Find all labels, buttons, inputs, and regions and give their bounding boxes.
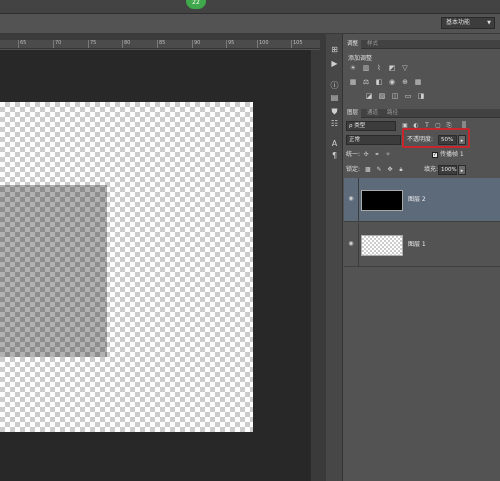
threshold-icon[interactable]: ◫	[390, 92, 400, 101]
ruler-tick: 80	[122, 40, 130, 48]
curves-icon[interactable]: ⌇	[374, 64, 384, 73]
fill-value: 100%	[441, 167, 457, 173]
hue-saturation-icon[interactable]: ▦	[348, 78, 358, 87]
eye-icon[interactable]: ◉	[347, 195, 355, 203]
levels-icon[interactable]: ▥	[361, 64, 371, 73]
divider	[358, 223, 359, 267]
opacity-highlight-box	[402, 128, 470, 148]
semi-transparent-layer-region	[0, 185, 107, 357]
exposure-icon[interactable]: ◩	[387, 64, 397, 73]
layers-tabs: 图层 通道 路径	[344, 109, 500, 118]
unify-style-icon[interactable]: ✧	[384, 151, 392, 159]
blend-mode-select[interactable]: 正常	[346, 135, 401, 145]
layer-filter-kind[interactable]: ρ 类型	[346, 121, 396, 131]
lock-position-icon[interactable]: ✥	[386, 166, 394, 174]
layer-row[interactable]: ◉ 图层 1	[344, 223, 500, 267]
ruler-tick: 90	[192, 40, 200, 48]
ruler-tick: 85	[157, 40, 165, 48]
ruler-tick: 70	[53, 40, 61, 48]
tab-layers[interactable]: 图层	[344, 109, 362, 118]
right-panel-dock: 调整 样式 添加调整 ☀ ▥ ⌇ ◩ ▽ ▦ ⚖ ◧ ◉ ⊕ ▦ ◪ ▨ ◫ ▭…	[344, 34, 500, 481]
unify-position-icon[interactable]: ✣	[362, 151, 370, 159]
layer-comps-icon[interactable]: ▤	[328, 92, 341, 104]
selective-color-icon[interactable]: ◨	[416, 92, 426, 101]
channel-mixer-icon[interactable]: ⊕	[400, 78, 410, 87]
blend-mode-value: 正常	[349, 137, 361, 143]
properties-icon[interactable]: ☷	[328, 118, 341, 130]
photo-filter-icon[interactable]: ◉	[387, 78, 397, 87]
horizontal-ruler: 65 70 75 80 85 90 95 100 105	[0, 40, 320, 49]
chevron-down-icon: ▼	[487, 20, 491, 26]
history-icon[interactable]: ⊞	[328, 44, 341, 56]
tab-channels[interactable]: 通道	[364, 109, 381, 118]
layer-row[interactable]: ◉ 图层 2	[344, 178, 500, 222]
ruler-tick: 100	[257, 40, 269, 48]
fill-slider-toggle[interactable]: ▸	[458, 165, 466, 175]
ruler-tick: 95	[226, 40, 234, 48]
invert-icon[interactable]: ◪	[364, 92, 374, 101]
workspace-label: 基本功能	[446, 19, 471, 26]
unify-label: 统一:	[346, 151, 361, 158]
eye-icon[interactable]: ◉	[347, 240, 355, 248]
application-bar	[0, 0, 500, 14]
info-icon[interactable]: ⓘ	[328, 80, 341, 92]
brightness-icon[interactable]: ☀	[348, 64, 358, 73]
tab-paths[interactable]: 路径	[384, 109, 401, 118]
tab-styles[interactable]: 样式	[364, 40, 381, 49]
ruler-tick: 75	[88, 40, 96, 48]
filter-kind-value: ρ 类型	[349, 123, 366, 129]
fill-input[interactable]: 100%	[438, 165, 457, 175]
options-bar	[0, 14, 500, 34]
posterize-icon[interactable]: ▨	[377, 92, 387, 101]
layer-thumbnail	[361, 235, 403, 256]
workspace-switcher[interactable]: 基本功能 ▼	[441, 17, 495, 29]
adjustments-tabs: 调整 样式	[344, 40, 500, 49]
ruler-tick: 105	[291, 40, 303, 48]
color-lookup-icon[interactable]: ▦	[413, 78, 423, 87]
propagate-frame-label: 传播帧 1	[440, 151, 464, 158]
fill-label: 填充:	[424, 166, 439, 173]
ruler-tick: 65	[18, 40, 26, 48]
vertical-scrollbar[interactable]	[310, 50, 320, 481]
layer-name[interactable]: 图层 2	[408, 195, 426, 204]
collapsed-panel-icons: ⊞ ▶ ⓘ ▤ ⛊ ☷ A ¶	[326, 34, 343, 481]
character-icon[interactable]: A	[328, 138, 341, 150]
layer-thumbnail	[361, 190, 403, 211]
vibrance-icon[interactable]: ▽	[400, 64, 410, 73]
unify-visibility-icon[interactable]: ⚭	[373, 151, 381, 159]
lock-all-icon[interactable]: 🔒︎	[397, 166, 405, 174]
black-white-icon[interactable]: ◧	[374, 78, 384, 87]
propagate-frame-checkbox[interactable]: ✓	[432, 152, 438, 158]
divider	[358, 178, 359, 222]
tab-adjustments[interactable]: 调整	[344, 40, 362, 49]
adjustments-title: 添加调整	[348, 55, 373, 62]
color-balance-icon[interactable]: ⚖	[361, 78, 371, 87]
gradient-map-icon[interactable]: ▭	[403, 92, 413, 101]
brush-preset-icon[interactable]: ⛊	[328, 106, 341, 118]
lock-transparent-icon[interactable]: ▩	[364, 166, 372, 174]
paragraph-icon[interactable]: ¶	[328, 150, 341, 162]
play-action-icon[interactable]: ▶	[328, 58, 341, 70]
layer-name[interactable]: 图层 1	[408, 240, 426, 249]
lock-label: 锁定:	[346, 166, 361, 173]
lock-image-icon[interactable]: ✎	[375, 166, 383, 174]
